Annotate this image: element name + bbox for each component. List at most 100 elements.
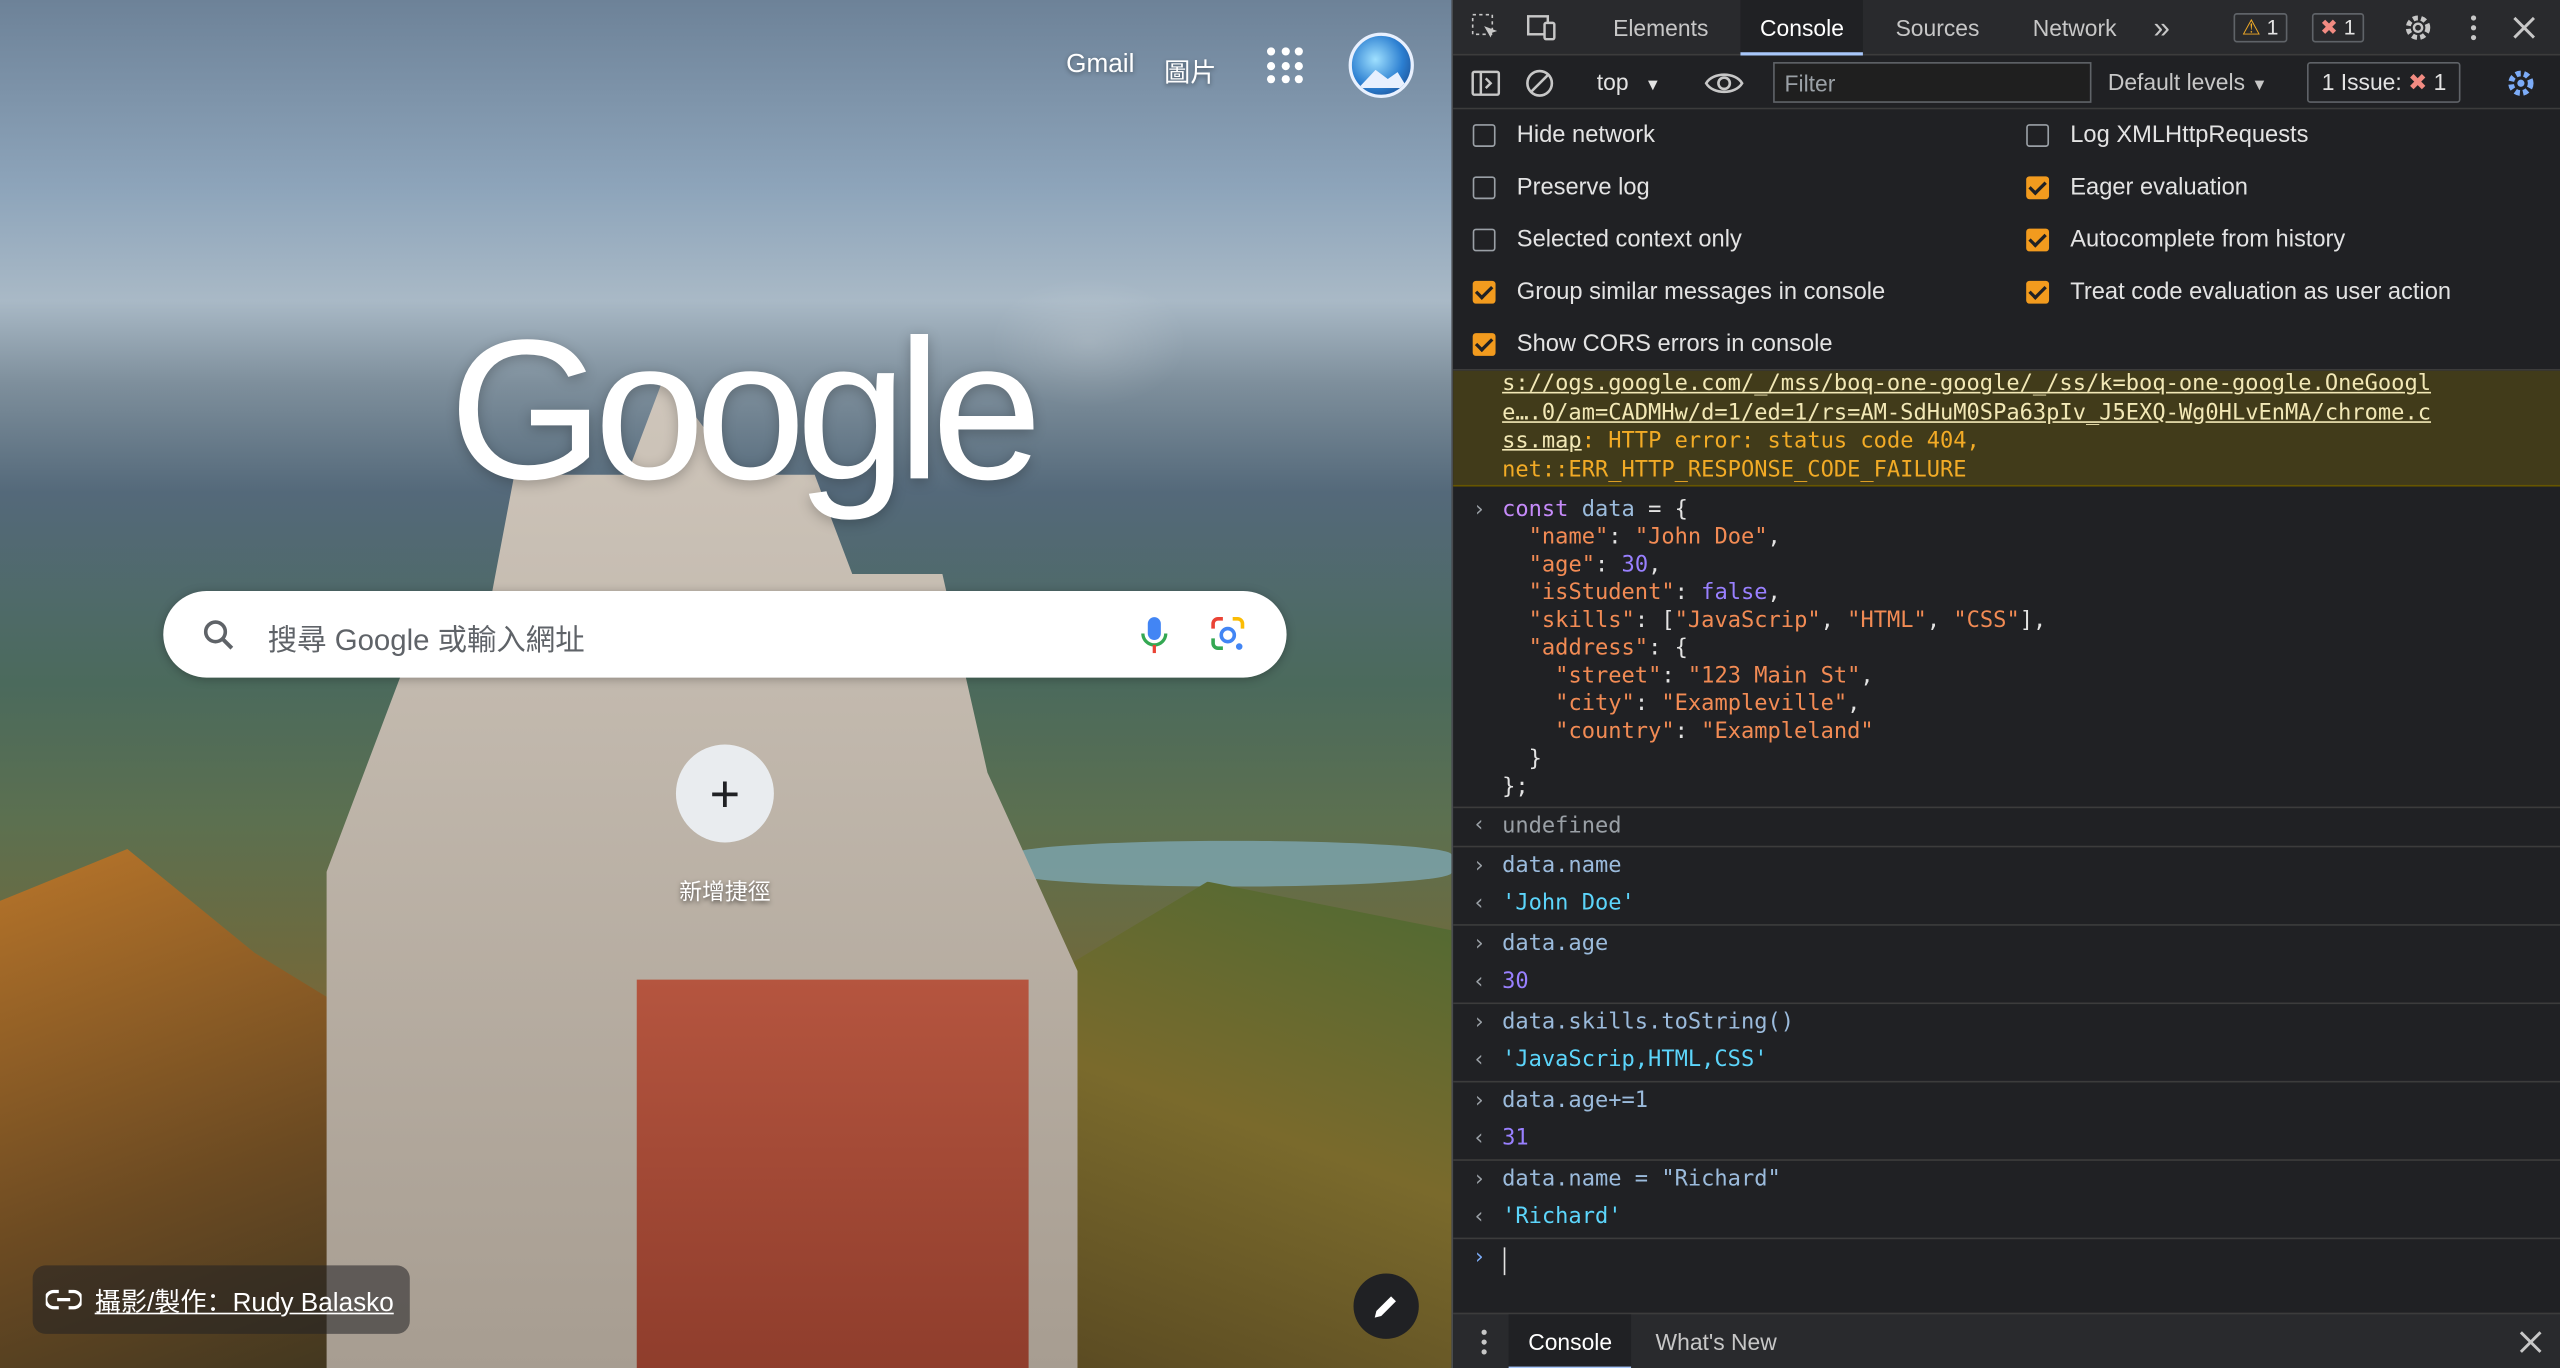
result-arrow-icon: ‹ [1472,1126,1486,1152]
more-tabs-icon[interactable]: » [2154,0,2170,56]
warnings-badge[interactable]: ⚠ 1 [2233,13,2287,43]
setting-label: Selected context only [1516,226,1742,254]
setting-label: Treat code evaluation as user action [2070,279,2452,306]
errors-badge[interactable]: ✖ 1 [2311,13,2364,43]
more-options-icon[interactable] [2457,11,2490,44]
checkbox[interactable] [1472,176,1496,200]
drawer-tab-console[interactable]: Console [1508,1314,1632,1368]
close-drawer-icon[interactable] [2514,1326,2547,1359]
sidebar-toggle-icon[interactable] [1469,67,1502,100]
microphone-icon[interactable] [1135,614,1174,656]
google-logo: Google [448,298,1042,521]
checkbox[interactable] [1472,228,1496,252]
console-input-block: › const data = { "name": "John Doe", "ag… [1453,487,2560,809]
context-value: top [1596,68,1629,95]
input-prompt-icon: › [1472,853,1486,879]
checkbox[interactable] [1472,124,1496,147]
result-arrow-icon: ‹ [1472,891,1486,916]
setting-selected-context[interactable]: Selected context only [1472,224,1742,257]
console-warning-message: s://ogs.google.com/_/mss/boq-one-google/… [1453,370,2560,487]
tab-console[interactable]: Console [1740,0,1864,56]
input-prompt-icon: › [1472,1245,1486,1271]
entry-output: 31 [1502,1124,1529,1152]
chevron-down-icon: ▼ [1644,76,1661,95]
setting-show-cors[interactable]: Show CORS errors in console [1472,328,1833,361]
input-prompt-icon: › [1472,932,1486,957]
new-tab-page: Gmail 圖片 Google 搜尋 Google 或輸入網址 + 新增捷徑 攝… [0,0,1452,1368]
drawer-menu-icon[interactable] [1468,1326,1501,1359]
photo-credit-link[interactable]: 攝影/製作：Rudy Balasko [32,1265,411,1334]
link-icon [45,1289,82,1310]
source-map-link-cont[interactable]: e….0/am=CADMHw/d=1/ed=1/rs=AM-SdHuM0SPa6… [1502,399,2431,425]
console-output[interactable]: s://ogs.google.com/_/mss/boq-one-google/… [1453,370,2560,1313]
log-levels-dropdown[interactable]: Default levels ▼ [2108,69,2268,95]
setting-preserve-log[interactable]: Preserve log [1472,171,1650,204]
input-prompt-icon: › [1472,1010,1486,1036]
input-prompt-icon: › [1472,1167,1486,1192]
google-lens-icon[interactable] [1208,614,1247,656]
setting-label: Group similar messages in console [1516,279,1886,306]
pencil-icon [1374,1296,1396,1318]
code-line: "country": "Exampleland" [1555,718,1874,745]
search-input[interactable]: 搜尋 Google 或輸入網址 [268,617,585,659]
console-settings-gear-icon[interactable] [2505,67,2538,100]
input-prompt-icon: › [1472,497,1486,523]
code-line: "address": { [1528,635,1688,662]
source-map-link-end[interactable]: ss.map [1502,428,1582,454]
setting-label: Eager evaluation [2070,174,2248,201]
tab-network[interactable]: Network [2033,0,2117,56]
setting-label: Log XMLHttpRequests [2070,122,2309,149]
account-avatar[interactable] [1348,32,1414,98]
console-toolbar: top ▼ Filter Default levels ▼ 1 Issue: ✖… [1453,55,2560,110]
console-entry: › data.age ‹ 30 [1453,926,2560,1005]
gmail-link[interactable]: Gmail [1066,51,1134,80]
search-box[interactable]: 搜尋 Google 或輸入網址 [163,591,1287,678]
console-entry: › data.skills.toString() ‹ 'JavaScrip,HT… [1453,1004,2560,1083]
background-castle-red-wing [636,979,1029,1368]
checkbox-checked[interactable] [1472,280,1496,304]
search-icon [203,620,234,650]
google-apps-icon[interactable] [1265,46,1304,85]
checkbox-checked[interactable] [1472,333,1496,356]
entry-input: data.name [1502,852,1622,879]
error-icon: ✖ [2408,68,2428,95]
issues-button[interactable]: 1 Issue: ✖ 1 [2307,62,2462,103]
gear-icon[interactable] [2402,11,2435,44]
context-selector[interactable]: top ▼ [1597,69,1661,95]
setting-eager-eval[interactable]: Eager evaluation [2026,171,2248,204]
console-entry: › data.age+=1 ‹ 31 [1453,1082,2560,1161]
checkbox[interactable] [2026,124,2050,147]
setting-autocomplete[interactable]: Autocomplete from history [2026,224,2345,257]
checkbox-checked[interactable] [2026,228,2050,252]
device-toolbar-icon[interactable] [1525,11,1558,44]
code-line: "name": "John Doe", [1528,524,1781,551]
chevron-down-icon: ▼ [2251,76,2268,95]
setting-treat-user-action[interactable]: Treat code evaluation as user action [2026,276,2451,309]
entry-input: data.name = "Richard" [1502,1165,1781,1192]
customize-button[interactable] [1353,1273,1419,1339]
plus-icon: + [709,763,741,823]
checkbox-checked[interactable] [2026,176,2050,200]
setting-label: Preserve log [1516,174,1650,201]
clear-console-icon[interactable] [1523,67,1556,100]
tab-elements[interactable]: Elements [1613,0,1708,56]
warning-error-code: net::ERR_HTTP_RESPONSE_CODE_FAILURE [1502,456,1967,483]
images-link[interactable]: 圖片 [1164,51,1216,90]
setting-label: Hide network [1516,122,1655,149]
photo-credit-text[interactable]: 攝影/製作：Rudy Balasko [95,1280,394,1319]
console-prompt-input[interactable] [1503,1247,1506,1276]
close-icon[interactable] [2508,11,2541,44]
drawer-tab-whats-new[interactable]: What's New [1656,1314,1777,1368]
add-shortcut-button[interactable]: + [675,744,774,843]
source-map-link[interactable]: s://ogs.google.com/_/mss/boq-one-google/… [1502,371,2431,397]
setting-log-xhr[interactable]: Log XMLHttpRequests [2026,119,2308,152]
checkbox-checked[interactable] [2026,280,2050,304]
filter-input[interactable]: Filter [1773,62,2092,103]
tab-sources[interactable]: Sources [1896,0,1980,56]
eye-icon[interactable] [1703,69,1745,98]
entry-input: data.skills.toString() [1502,1009,1795,1036]
setting-hide-network[interactable]: Hide network [1472,119,1655,152]
code-line: "age": 30, [1528,551,1662,578]
inspect-element-icon[interactable] [1469,11,1502,44]
setting-group-similar[interactable]: Group similar messages in console [1472,276,1886,309]
